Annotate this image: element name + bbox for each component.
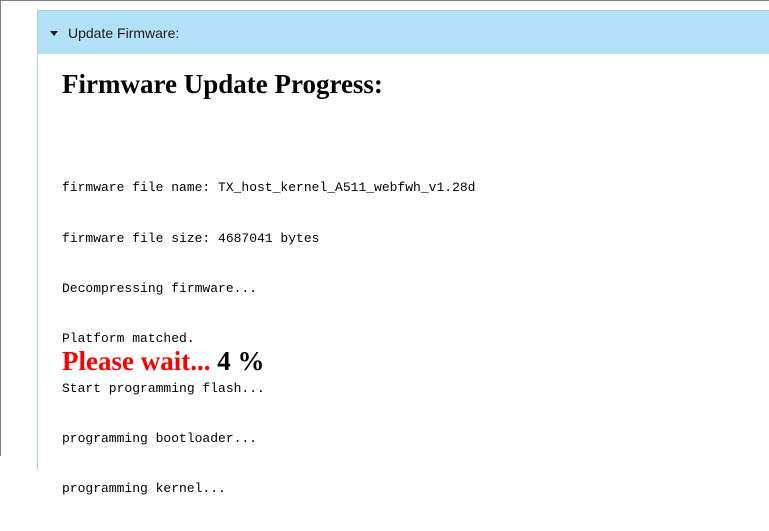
caret-down-icon[interactable]: [50, 30, 58, 36]
progress-percent: 4 %: [217, 346, 265, 376]
log-line-platform-matched: Platform matched.: [62, 330, 195, 346]
log-line-kernel: programming kernel...: [62, 481, 226, 497]
update-firmware-panel-header[interactable]: Update Firmware:: [38, 10, 769, 54]
log-line-decompressing: Decompressing firmware...: [62, 280, 258, 296]
progress-status: Please wait... 4 %: [62, 346, 264, 377]
please-wait-text: Please wait...: [62, 346, 211, 376]
app-window: Update Firmware: Firmware Update Progres…: [0, 0, 769, 496]
log-line-bootloader: programming bootloader...: [62, 430, 258, 446]
log-line-start-programming: Start programming flash...: [62, 380, 265, 396]
progress-log: firmware file name: TX_host_kernel_A511_…: [62, 147, 475, 531]
panel-header-label: Update Firmware:: [68, 24, 180, 41]
log-line-file-name: firmware file name: TX_host_kernel_A511_…: [62, 180, 476, 196]
log-line-file-size: firmware file size: 4687041 bytes: [62, 230, 320, 246]
progress-title: Firmware Update Progress:: [62, 69, 383, 99]
